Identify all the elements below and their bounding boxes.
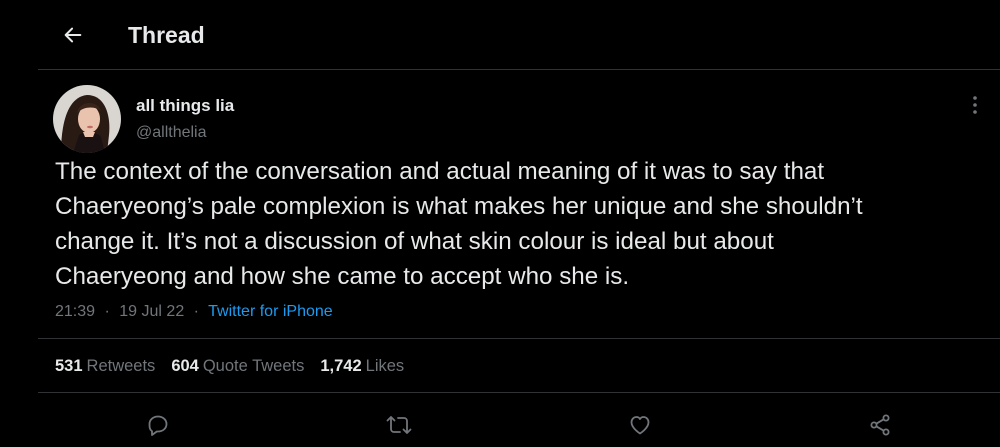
more-options-button[interactable] bbox=[962, 92, 988, 118]
like-button[interactable] bbox=[625, 410, 655, 440]
retweets-stat[interactable]: 531 Retweets bbox=[55, 355, 155, 377]
retweet-button[interactable] bbox=[384, 410, 414, 440]
thread-header: Thread bbox=[0, 0, 1000, 70]
stats-divider-bottom bbox=[38, 392, 1000, 393]
meta-separator: · bbox=[193, 303, 199, 320]
author-display-name[interactable]: all things lia bbox=[136, 95, 234, 117]
arrow-left-icon bbox=[64, 27, 82, 43]
retweet-icon bbox=[386, 416, 412, 434]
retweets-label: Retweets bbox=[86, 357, 156, 375]
stats-divider-top bbox=[38, 338, 1000, 339]
author-handle[interactable]: @allthelia bbox=[136, 122, 207, 144]
reply-icon bbox=[148, 415, 168, 436]
more-vertical-icon bbox=[973, 96, 977, 114]
page-title: Thread bbox=[128, 22, 205, 48]
tweet-metadata: 21:39 · 19 Jul 22 · Twitter for iPhone bbox=[55, 301, 333, 323]
quote-tweets-label: Quote Tweets bbox=[202, 357, 305, 375]
share-button[interactable] bbox=[865, 410, 895, 440]
avatar-image bbox=[53, 85, 121, 153]
reply-button[interactable] bbox=[143, 410, 173, 440]
like-icon bbox=[630, 416, 650, 435]
tweet-source-link[interactable]: Twitter for iPhone bbox=[208, 303, 333, 320]
likes-label: Likes bbox=[365, 357, 405, 375]
quote-tweets-count: 604 bbox=[171, 357, 199, 375]
quote-tweets-stat[interactable]: 604 Quote Tweets bbox=[171, 355, 304, 377]
share-icon bbox=[870, 414, 890, 436]
likes-stat[interactable]: 1,742 Likes bbox=[320, 355, 404, 377]
header-divider bbox=[38, 69, 1000, 70]
meta-separator: · bbox=[104, 303, 110, 320]
back-button[interactable] bbox=[56, 18, 90, 52]
likes-count: 1,742 bbox=[320, 357, 362, 375]
tweet-time[interactable]: 21:39 bbox=[55, 303, 95, 320]
tweet-text: The context of the conversation and actu… bbox=[55, 158, 863, 290]
tweet-date[interactable]: 19 Jul 22 bbox=[119, 303, 184, 320]
avatar[interactable] bbox=[53, 85, 121, 153]
retweets-count: 531 bbox=[55, 357, 83, 375]
tweet-stats: 531 Retweets 604 Quote Tweets 1,742 Likes bbox=[55, 355, 420, 377]
